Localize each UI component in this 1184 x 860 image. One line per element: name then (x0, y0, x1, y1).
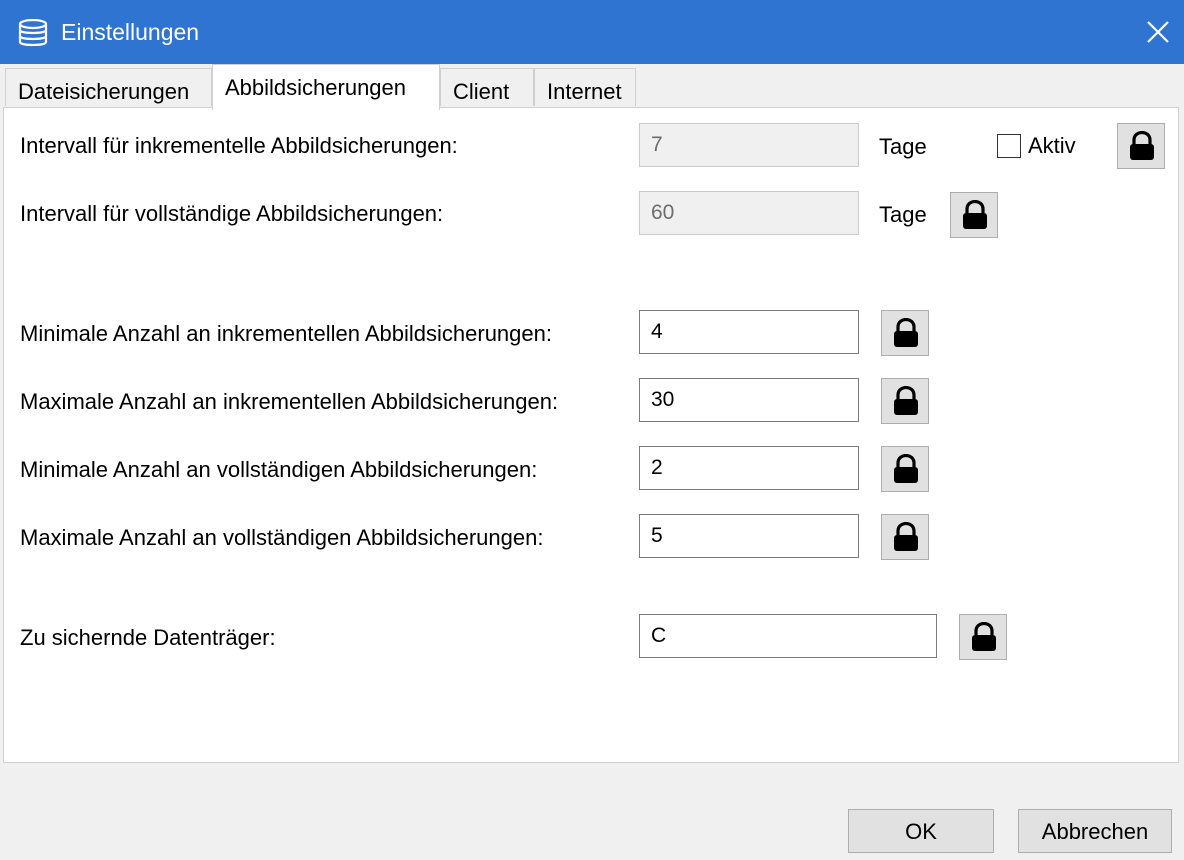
full-interval-label: Intervall für vollständige Abbildsicheru… (20, 201, 444, 226)
min-incr-input[interactable]: 4 (639, 310, 859, 354)
min-full-input[interactable]: 2 (639, 446, 859, 490)
min-full-label: Minimale Anzahl an vollständigen Abbilds… (20, 457, 538, 482)
incr-interval-unit: Tage (879, 134, 927, 159)
incr-interval-lock-button[interactable] (1117, 123, 1165, 169)
tab-internet[interactable]: Internet (534, 68, 636, 106)
min-incr-label: Minimale Anzahl an inkrementellen Abbild… (20, 321, 552, 346)
volumes-label: Zu sichernde Datenträger: (20, 625, 276, 650)
full-interval-input[interactable]: 60 (639, 191, 859, 235)
volumes-lock-button[interactable] (959, 614, 1007, 660)
full-interval-unit: Tage (879, 202, 927, 227)
min-full-lock-button[interactable] (881, 446, 929, 492)
tab-abbildsicherungen[interactable]: Abbildsicherungen (212, 64, 440, 110)
max-full-input[interactable]: 5 (639, 514, 859, 558)
title-bar: Einstellungen (0, 0, 1184, 64)
incr-interval-label: Intervall für inkrementelle Abbildsicher… (20, 133, 458, 158)
active-checkbox-label[interactable]: Aktiv (1028, 133, 1076, 159)
close-button[interactable] (1132, 0, 1184, 64)
tab-client[interactable]: Client (440, 68, 534, 106)
tab-bar: Dateisicherungen Abbildsicherungen Clien… (0, 64, 1184, 110)
max-incr-lock-button[interactable] (881, 378, 929, 424)
max-full-label: Maximale Anzahl an vollständigen Abbilds… (20, 525, 544, 550)
max-incr-label: Maximale Anzahl an inkrementellen Abbild… (20, 389, 559, 414)
database-icon (18, 18, 48, 47)
max-full-lock-button[interactable] (881, 514, 929, 560)
active-checkbox[interactable] (997, 134, 1021, 158)
full-interval-lock-button[interactable] (950, 192, 998, 238)
settings-panel: Intervall für inkrementelle Abbildsicher… (3, 107, 1179, 763)
window-title: Einstellungen (61, 19, 200, 45)
tab-dateisicherungen[interactable]: Dateisicherungen (5, 68, 212, 106)
cancel-button[interactable]: Abbrechen (1018, 809, 1172, 853)
min-incr-lock-button[interactable] (881, 310, 929, 356)
max-incr-input[interactable]: 30 (639, 378, 859, 422)
volumes-input[interactable]: C (639, 614, 937, 658)
ok-button[interactable]: OK (848, 809, 994, 853)
incr-interval-input[interactable]: 7 (639, 123, 859, 167)
